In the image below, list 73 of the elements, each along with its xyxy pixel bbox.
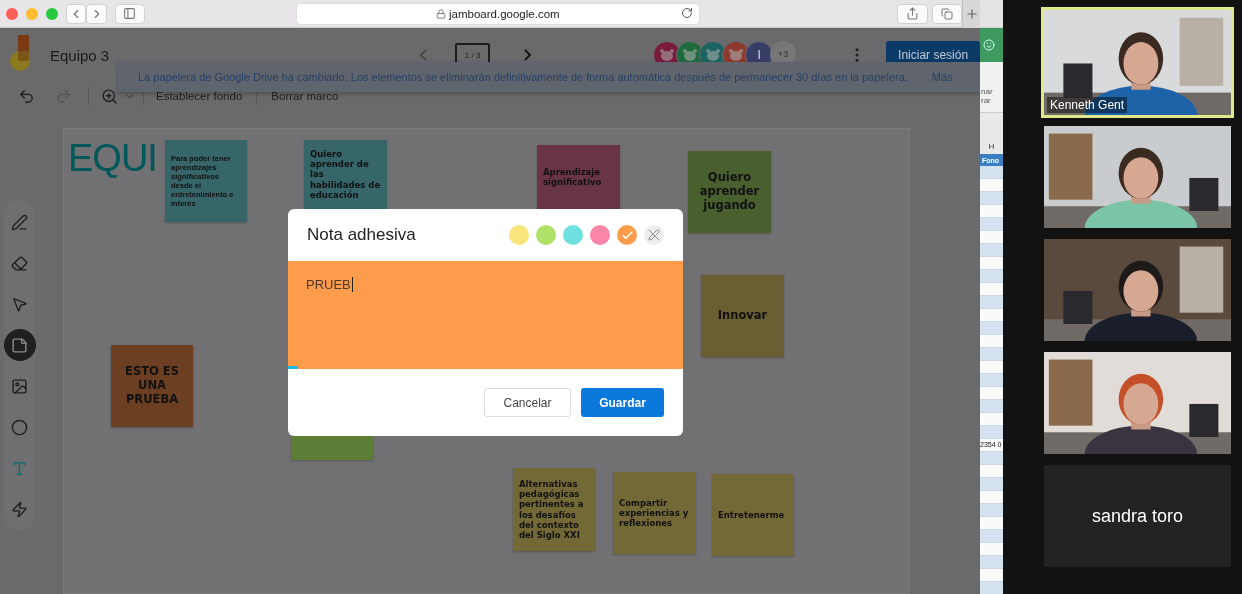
forward-button[interactable] (86, 3, 108, 24)
zoom-icon[interactable] (101, 87, 118, 105)
color-swatch[interactable] (509, 225, 529, 245)
more-link[interactable]: Más (931, 71, 953, 83)
note-text: Quiero aprender de las habilidades de educación (310, 149, 381, 200)
sticky-note[interactable]: Entretenerme (712, 474, 794, 556)
save-button[interactable]: Guardar (581, 388, 664, 417)
note-text: Entretenerme (718, 509, 786, 521)
lock-icon (436, 8, 447, 19)
window-control[interactable] (45, 7, 58, 20)
sticky-note[interactable]: Compartir experiencias y reflexiones (613, 472, 696, 554)
note-text: Quiero aprender jugando (698, 171, 761, 213)
sticky-note[interactable]: Aprendizaje significativo (537, 145, 620, 209)
sidebar-button[interactable] (115, 3, 145, 24)
ribbon-label: rar (981, 97, 992, 106)
color-swatch[interactable] (536, 225, 556, 245)
column-header: H (980, 112, 1003, 154)
back-button[interactable] (65, 3, 87, 24)
board-heading: EQUI (68, 139, 157, 177)
tabs-button[interactable] (931, 3, 963, 24)
note-text: Innovar (716, 309, 769, 323)
text-box-icon (11, 459, 28, 477)
share-button[interactable] (896, 3, 928, 24)
sticky-note[interactable]: Quiero aprender jugando (688, 151, 771, 233)
chevron-left-icon (420, 49, 427, 61)
new-tab-button[interactable] (962, 0, 980, 28)
url-text: jamboard.google.com (449, 7, 560, 20)
check-icon (620, 228, 634, 242)
share-icon (905, 7, 919, 20)
sticky-note[interactable]: Innovar (701, 275, 784, 357)
eraser-icon (11, 254, 28, 272)
toolbar-button[interactable]: Establecer fondo (156, 90, 243, 102)
ribbon-label: nar (981, 88, 994, 98)
window-control[interactable] (25, 7, 38, 20)
undo-icon[interactable] (18, 87, 35, 105)
address-field[interactable]: jamboard.google.com (295, 2, 700, 25)
note-text: ESTO ES UNA PRUEBA (124, 365, 180, 407)
note-text: Aprendizaje significativo (543, 166, 603, 188)
circle-icon (11, 418, 28, 436)
sticky-note[interactable]: Alternativas pedagógicas pertinentes a los desafíos del contexto del Siglo XXI (513, 468, 595, 551)
window-control[interactable] (6, 7, 18, 20)
sticky-note[interactable]: Quiero aprender de las habilidades de educación (304, 140, 387, 209)
toolbar-button[interactable]: Borrar marco (271, 90, 339, 102)
sticky-note[interactable]: ESTO ES UNA PRUEBA (111, 345, 193, 427)
no-color-button[interactable] (644, 225, 664, 245)
sticky-note-icon (11, 336, 28, 354)
participant-name: sandra toro (1091, 505, 1184, 527)
cancel-button[interactable]: Cancelar (484, 388, 571, 417)
pointer-icon (11, 295, 28, 313)
note-text: Alternativas pedagógicas pertinentes a los desafíos del contexto del Siglo XXI (519, 478, 585, 541)
previous-frame-button[interactable] (420, 49, 427, 61)
tabs-icon (940, 7, 953, 20)
pen-icon (11, 213, 28, 231)
reload-icon[interactable] (680, 6, 693, 19)
next-frame-button[interactable] (524, 49, 532, 61)
lightning-icon (11, 500, 28, 518)
color-swatch[interactable] (590, 225, 610, 245)
participant-name: Kenneth Gent (1047, 97, 1128, 113)
window-toolbar (980, 0, 1003, 28)
note-text: Compartir experiencias y reflexiones (619, 497, 690, 529)
dialog-title: Nota adhesiva (307, 225, 417, 245)
tool-button[interactable] (3, 329, 36, 361)
plus-icon (964, 6, 979, 21)
color-swatch[interactable] (617, 225, 637, 245)
color-swatch[interactable] (563, 225, 583, 245)
sidebar-icon (123, 7, 137, 20)
jam-title: Equipo 3 (50, 46, 111, 64)
note-text-field[interactable]: PRUEB (288, 261, 683, 369)
redo-icon[interactable] (55, 87, 72, 105)
smiley-icon (983, 39, 995, 51)
pen-off-icon (648, 229, 660, 241)
image-icon (11, 377, 28, 395)
chevron-right-icon (524, 49, 532, 61)
